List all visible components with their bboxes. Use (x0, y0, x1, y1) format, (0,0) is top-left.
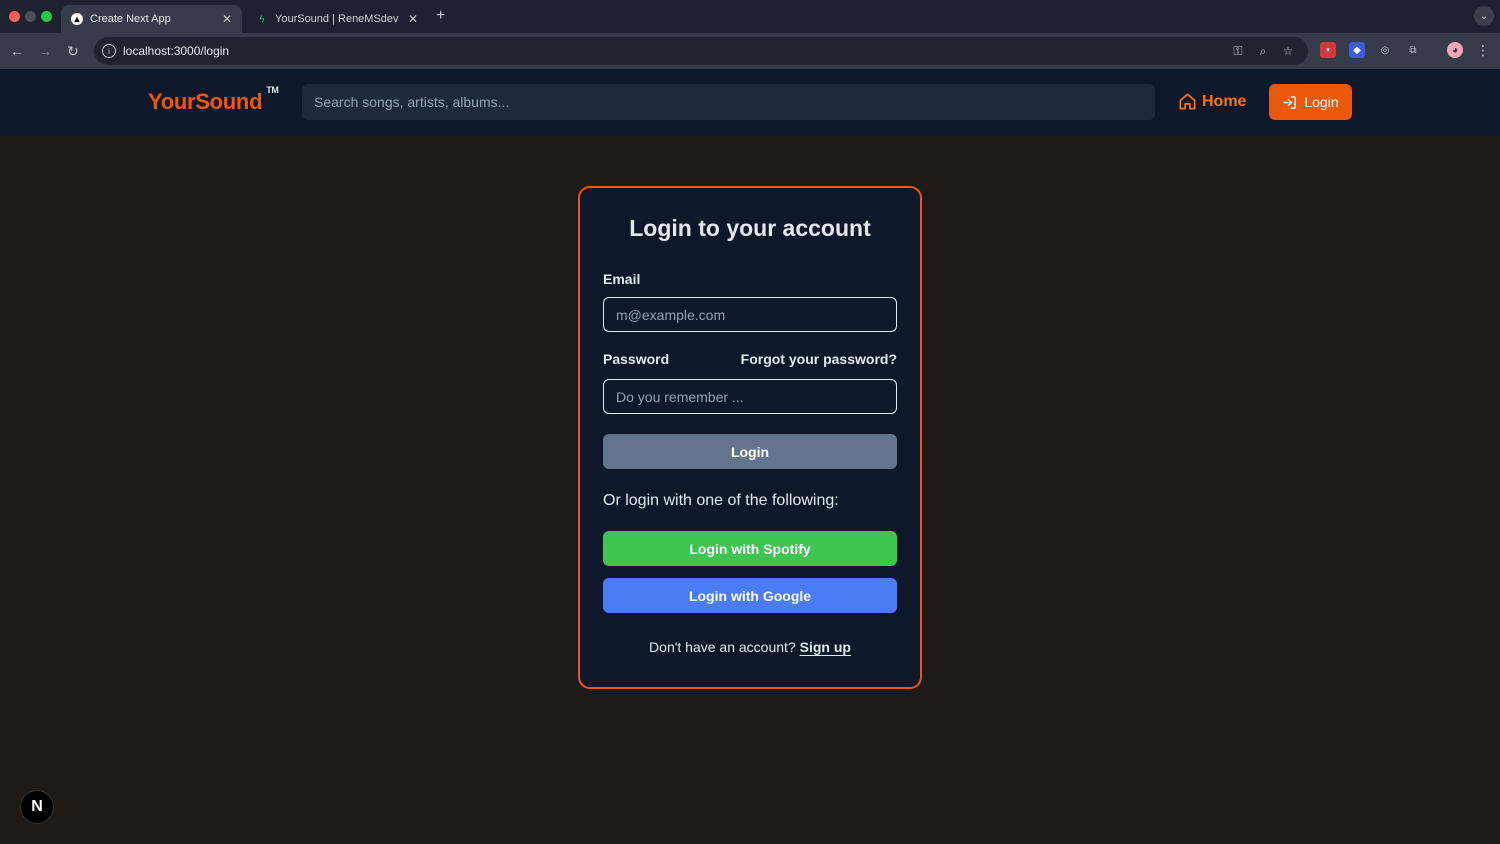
signup-link[interactable]: Sign up (800, 639, 851, 655)
browser-toolbar: ← → ↻ i localhost:3000/login ⚿ ⌕ ☆ (0, 33, 1500, 69)
password-field[interactable] (603, 379, 897, 414)
site-info-icon[interactable]: i (102, 44, 116, 58)
no-account-text: Don't have an account? (649, 639, 800, 655)
extension-circle-icon[interactable]: ◎ (1377, 42, 1393, 58)
maximize-window-button[interactable] (41, 11, 52, 22)
login-submit-button[interactable]: Login (603, 434, 897, 469)
forgot-password-link[interactable]: Forgot your password? (741, 351, 897, 367)
google-login-button[interactable]: Login with Google (603, 578, 897, 613)
close-tab-icon[interactable]: ✕ (222, 12, 232, 26)
home-link[interactable]: Home (1178, 92, 1246, 111)
extensions-puzzle-icon[interactable]: ⧉ (1405, 42, 1421, 58)
header-login-label: Login (1304, 94, 1339, 110)
search-input[interactable] (302, 84, 1155, 120)
extension-red-icon[interactable]: ▪ (1320, 42, 1336, 58)
app-header: YourSoundTM Home Login (0, 69, 1500, 136)
back-icon[interactable]: ← (8, 42, 26, 60)
minimize-window-button[interactable] (25, 11, 36, 22)
login-card: Login to your account Email Password For… (578, 186, 922, 689)
tab-title: Create Next App (90, 13, 171, 25)
spotify-login-button[interactable]: Login with Spotify (603, 531, 897, 566)
home-label: Home (1202, 92, 1247, 110)
new-tab-icon[interactable]: + (436, 7, 445, 25)
reload-icon[interactable]: ↻ (64, 42, 82, 60)
forward-icon[interactable]: → (36, 42, 54, 60)
browser-tab-inactive[interactable]: ϟ YourSound | ReneMSdev | Sup ✕ (246, 5, 428, 33)
or-login-text: Or login with one of the following: (603, 492, 839, 509)
extension-shield-icon[interactable]: ◆ (1349, 42, 1365, 58)
browser-tab-bar: ▲ Create Next App ✕ ϟ YourSound | ReneMS… (0, 0, 1500, 33)
browser-menu-icon[interactable]: ⋮ (1475, 42, 1491, 58)
trademark-mark: TM (266, 84, 279, 95)
header-login-button[interactable]: Login (1269, 84, 1352, 120)
zoom-icon[interactable]: ⌕ (1256, 44, 1270, 58)
home-icon (1179, 93, 1196, 110)
profile-avatar[interactable]: ◕ (1447, 42, 1463, 58)
supabase-bolt-icon: ϟ (259, 14, 265, 24)
tab-title: YourSound | ReneMSdev | Sup (275, 13, 402, 25)
nextjs-triangle-icon: ▲ (71, 13, 83, 25)
close-tab-icon[interactable]: ✕ (408, 12, 418, 26)
close-window-button[interactable] (9, 11, 20, 22)
nextjs-dev-badge[interactable]: N (20, 790, 54, 824)
logo[interactable]: YourSound TM (148, 85, 279, 115)
address-bar[interactable]: i localhost:3000/login ⚿ ⌕ ☆ (94, 37, 1308, 65)
browser-tab-active[interactable]: ▲ Create Next App ✕ (61, 5, 242, 33)
login-arrow-icon (1283, 95, 1297, 109)
password-label: Password (603, 351, 670, 367)
card-title: Login to your account (629, 215, 871, 241)
bookmark-star-icon[interactable]: ☆ (1281, 44, 1295, 58)
password-key-icon[interactable]: ⚿ (1231, 44, 1245, 58)
logo-text: YourSound (148, 89, 263, 114)
email-label: Email (603, 271, 641, 287)
tab-search-icon[interactable]: ⌄ (1474, 6, 1494, 26)
signup-row: Don't have an account? Sign up (580, 639, 920, 655)
email-field[interactable] (603, 297, 897, 332)
address-url: localhost:3000/login (123, 44, 230, 58)
